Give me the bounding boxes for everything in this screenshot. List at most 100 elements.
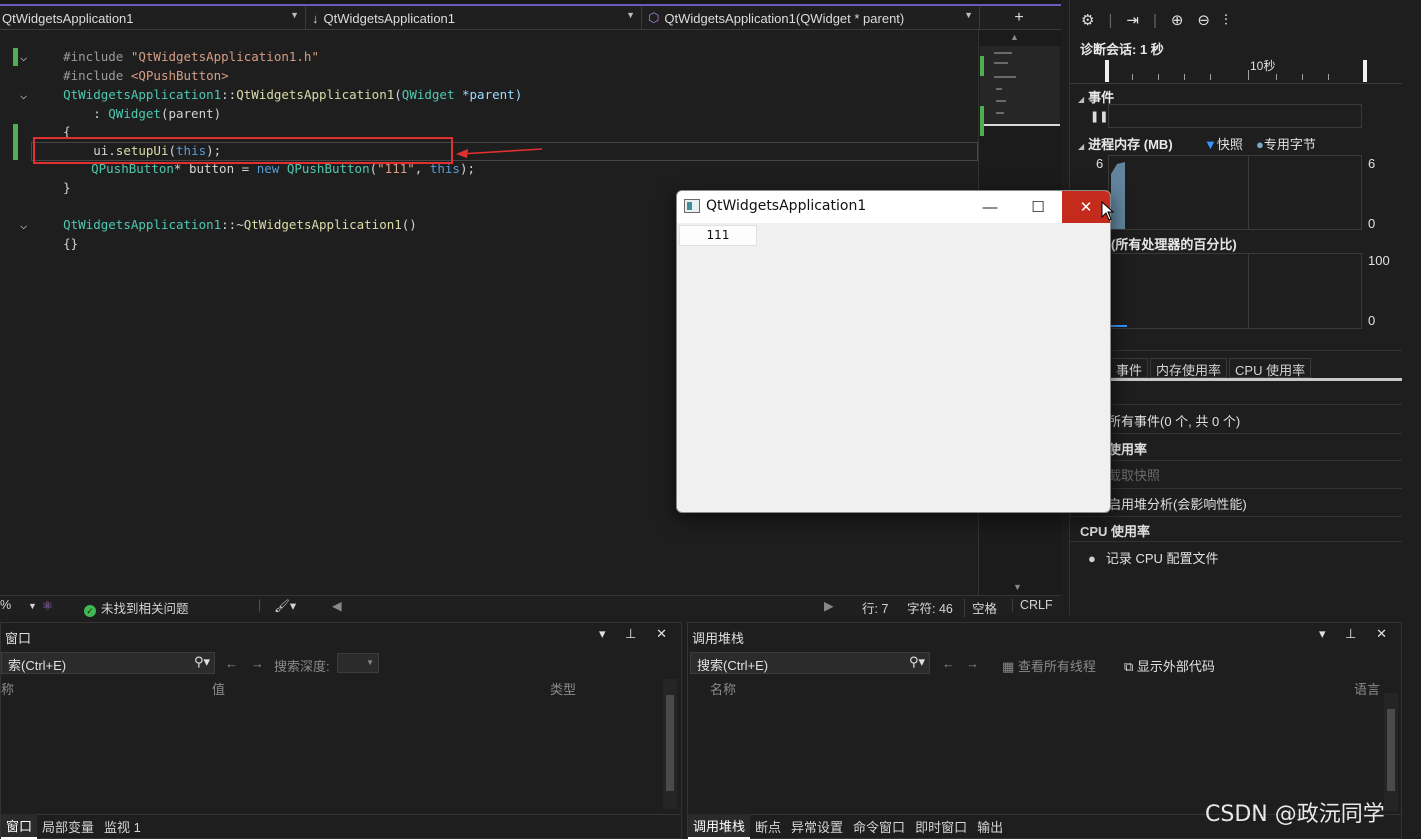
split-editor-button[interactable]: + [1000,6,1038,30]
code-line-4: : QWidget(parent) [63,106,222,121]
tab-locals[interactable]: 局部变量 [37,815,99,838]
search-icon[interactable]: ⚲▾ [909,654,925,670]
tab-autos[interactable]: 窗口 [1,814,38,839]
record-cpu-profile-button[interactable]: ● 记录 CPU 配置文件 [1088,548,1219,567]
settings-gear-icon[interactable]: ⚙ [1081,11,1094,29]
editor-status-bar: % ▼ ⚛ ✓ 未找到相关问题 | 🖌▾ ◀ ▶ 行: 7 字符: 46 空格 C… [0,595,1061,617]
tab-command-window[interactable]: 命令窗口 [848,815,910,838]
tab-exception-settings[interactable]: 异常设置 [786,815,848,838]
call-stack-search-input[interactable]: 搜索(Ctrl+E) ⚲▾ [690,652,930,674]
legend-snapshot: ▼快照 [1204,137,1243,152]
back-arrow-icon[interactable]: ← [942,656,955,671]
search-depth-dropdown[interactable]: ▼ [337,653,379,673]
project-dropdown[interactable]: QtWidgetsApplication1 ▼ [0,6,306,30]
column-type[interactable]: 类型 [550,679,576,699]
tab-memory-usage[interactable]: 内存使用率 [1150,358,1228,378]
column-name[interactable]: 称 [1,679,14,699]
minimap-change-marker [980,106,984,136]
tab-events[interactable]: 事件 [1110,358,1149,378]
tab-breakpoints[interactable]: 断点 [750,815,786,838]
whitespace-indicator[interactable]: 空格 [964,598,1004,617]
cpu-y-min: 0 [1368,313,1376,328]
code-line-12: {} [63,236,79,251]
line-ending-indicator[interactable]: CRLF [1012,598,1060,612]
scroll-down-icon[interactable]: ▼ [1013,582,1022,592]
back-arrow-icon[interactable]: ← [225,656,238,671]
search-icon[interactable]: ⚲▾ [194,654,210,670]
panel-controls[interactable]: ▾ ⊥ ✕ [599,626,675,642]
select-tools-icon[interactable]: ⇥ [1126,11,1139,29]
scope-dropdown[interactable]: ↓ QtWidgetsApplication1 ▼ [306,6,642,30]
autos-panel-header: 窗口 ▾ ⊥ ✕ [1,623,681,649]
project-dropdown-label: QtWidgetsApplication1 [2,10,134,26]
autos-panel-tabs: 窗口 局部变量 监视 1 [1,814,681,839]
column-name[interactable]: 名称 [710,679,736,699]
member-dropdown-label: QtWidgetsApplication1(QWidget * parent) [664,10,905,26]
zoom-level[interactable]: % [0,598,11,612]
minimize-button[interactable]: — [966,191,1014,223]
zoom-out-icon[interactable]: ⊖ [1197,11,1210,29]
triangle-down-icon: ▼ [1204,137,1217,152]
memory-y-max: 6 [1368,156,1376,171]
issues-indicator[interactable]: ✓ 未找到相关问题 [84,598,189,617]
qt-window-titlebar[interactable]: QtWidgetsApplication1 — ☐ ✕ [677,191,1110,223]
legend-private-bytes: ●专用字节 [1256,137,1316,152]
memory-graph[interactable] [1108,155,1362,230]
forward-arrow-icon[interactable]: → [966,656,979,671]
cpu-usage-header: CPU 使用率 [1080,524,1151,539]
autos-search-input[interactable]: 索(Ctrl+E) ⚲▾ [1,652,215,674]
minimap-viewport[interactable] [980,46,1060,126]
enable-heap-profiling[interactable]: 启用堆分析(会影响性能) [1108,494,1247,513]
show-external-code-button[interactable]: ⧉ 显示外部代码 [1124,656,1215,675]
scroll-up-icon[interactable]: ▲ [1010,32,1019,42]
chevron-down-icon: ▼ [964,10,973,20]
code-line-3: ⌵ QtWidgetsApplication1::QtWidgetsApplica… [20,87,523,102]
qt-application-window[interactable]: QtWidgetsApplication1 — ☐ ✕ 111 [676,190,1111,513]
cpu-section-header[interactable]: U (所有处理器的百分比) [1098,234,1237,253]
pause-icon[interactable]: ❚❚ [1090,110,1108,123]
memory-section-header[interactable]: ◢ 进程内存 (MB) [1078,134,1173,153]
tab-cpu-usage[interactable]: CPU 使用率 [1229,358,1312,378]
vertical-scrollbar[interactable] [1384,693,1398,811]
circle-icon: ● [1256,137,1264,152]
code-line-2: #include <QPushButton> [63,68,229,83]
all-events-summary[interactable]: 所有事件(0 个, 共 0 个) [1108,411,1240,430]
line-indicator[interactable]: 行: 7 [862,598,888,617]
column-value[interactable]: 值 [212,679,225,699]
app-window-icon [684,199,700,213]
threads-icon: ▦ [1002,659,1018,674]
vertical-scrollbar[interactable] [663,679,677,809]
panel-controls[interactable]: ▾ ⊥ ✕ [1319,626,1395,642]
char-indicator[interactable]: 字符: 46 [907,598,953,617]
mouse-cursor-icon [1101,201,1115,221]
editor-navigation-bar: QtWidgetsApplication1 ▼ ↓ QtWidgetsAppli… [0,6,1061,30]
chevron-down-icon[interactable]: ▼ [28,601,37,611]
record-dot-icon: ● [1088,551,1096,566]
tab-call-stack[interactable]: 调用堆栈 [688,814,751,839]
tab-immediate-window[interactable]: 即时窗口 [910,815,972,838]
take-snapshot-button[interactable]: 截取快照 [1108,465,1160,484]
tab-output[interactable]: 输出 [972,815,1008,838]
scroll-left-icon[interactable]: ◀ [332,598,342,613]
push-button-111[interactable]: 111 [679,225,757,246]
timeline-ruler[interactable]: 10秒 [1070,56,1402,84]
minimap-change-marker [980,56,984,76]
call-stack-title: 调用堆栈 [692,631,745,646]
view-all-threads-button[interactable]: ▦ 查看所有线程 [1002,656,1096,675]
scope-dropdown-label: QtWidgetsApplication1 [323,10,456,26]
zoom-in-icon[interactable]: ⊕ [1171,11,1184,29]
reset-zoom-icon[interactable]: ⫶ [1224,12,1228,29]
member-dropdown[interactable]: ⬡ QtWidgetsApplication1(QWidget * parent… [642,6,980,30]
scroll-right-icon[interactable]: ▶ [824,598,834,613]
memory-usage-header: 使用率 [1108,442,1148,457]
column-language[interactable]: 语言 [1354,679,1380,699]
maximize-button[interactable]: ☐ [1014,191,1062,223]
copilot-icon[interactable]: ⚛ [42,598,53,613]
code-line-1: ⌵ #include "QtWidgetsApplication1.h" [20,49,319,64]
events-track[interactable] [1108,104,1362,128]
code-cleanup-icon[interactable]: 🖌▾ [274,598,296,614]
cpu-graph[interactable] [1108,253,1362,329]
memory-series [1111,162,1125,229]
tab-watch-1[interactable]: 监视 1 [99,815,146,838]
forward-arrow-icon[interactable]: → [251,656,264,671]
